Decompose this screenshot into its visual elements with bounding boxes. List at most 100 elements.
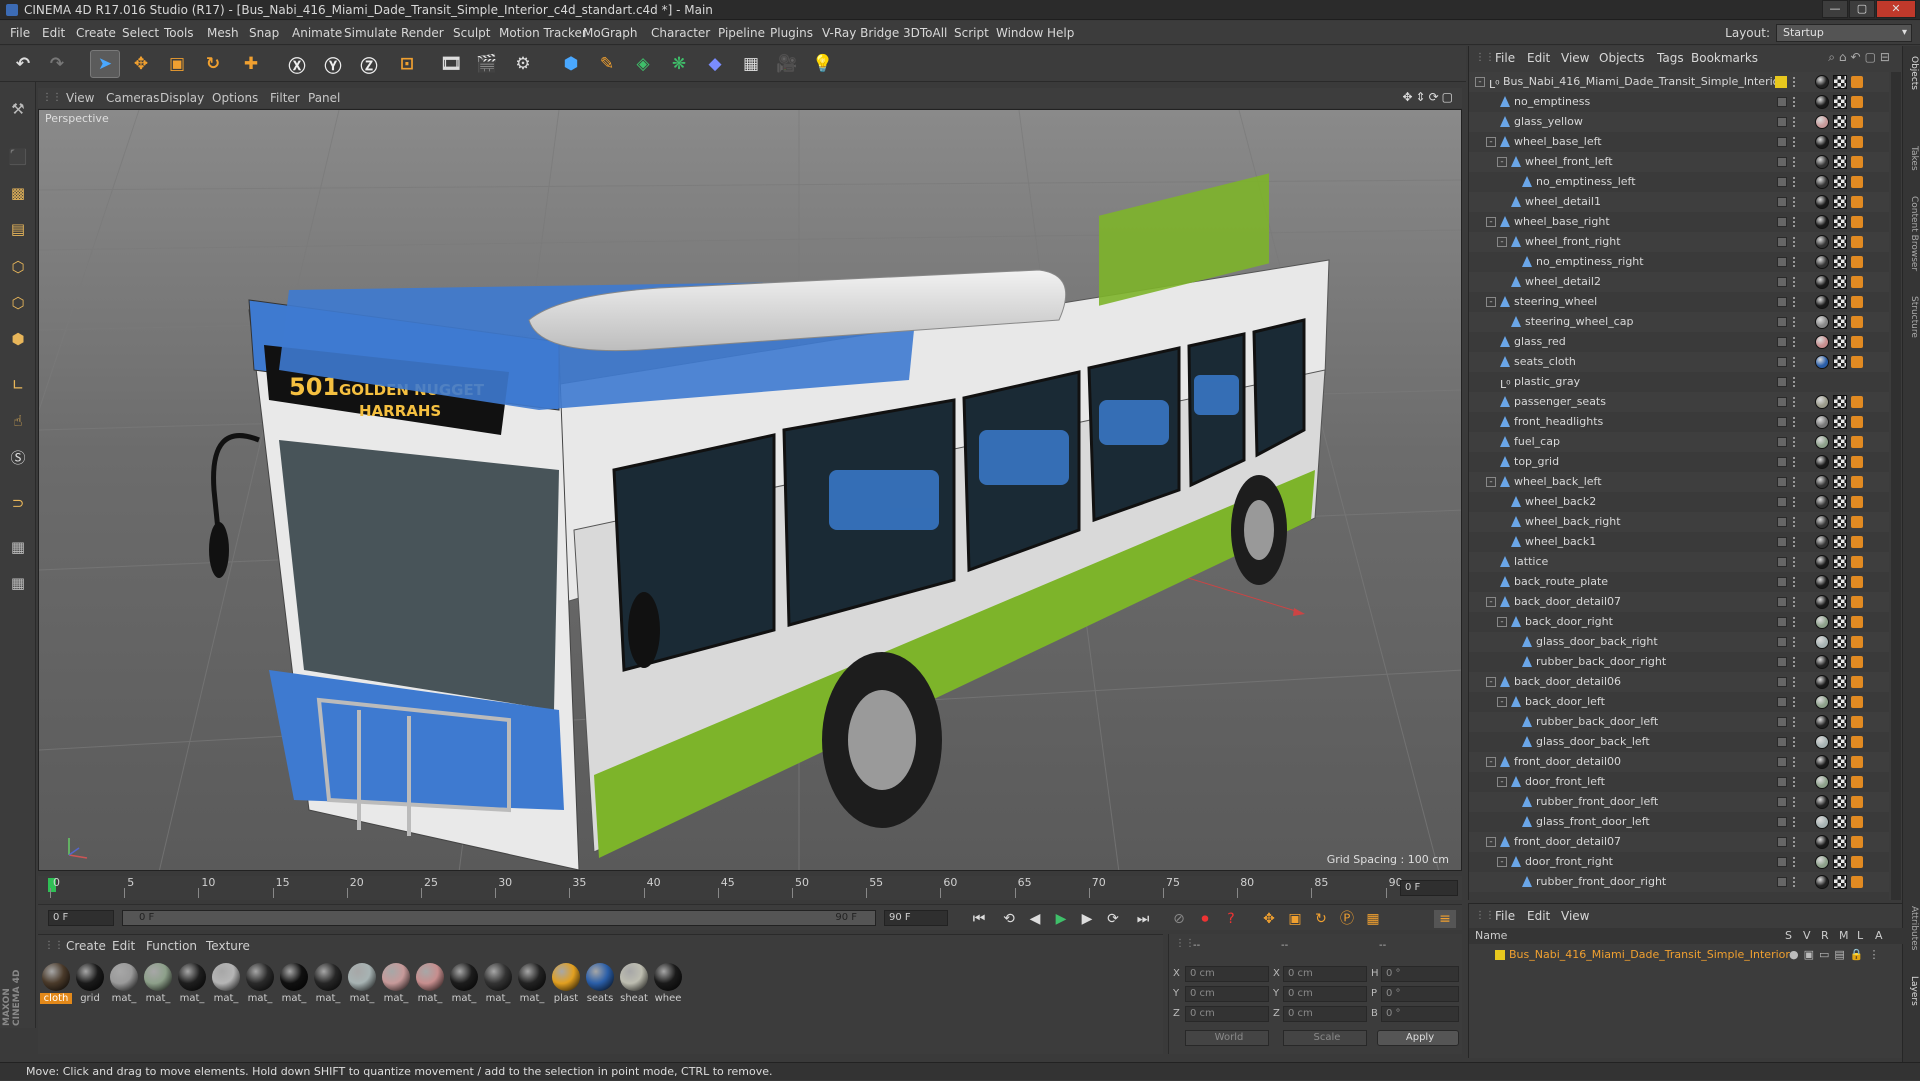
texture-tag-icon[interactable] <box>1833 695 1847 709</box>
object-row[interactable]: - back_door_detail06 <box>1469 672 1889 692</box>
expand-toggle-icon[interactable]: - <box>1497 857 1507 867</box>
material-tag-icon[interactable] <box>1815 155 1829 169</box>
object-row[interactable]: no_emptiness_right <box>1469 252 1889 272</box>
position-x-field[interactable]: 0 cm <box>1185 966 1269 982</box>
object-menu-view[interactable]: View <box>1561 46 1589 70</box>
texture-tag-icon[interactable] <box>1833 315 1847 329</box>
size-y-field[interactable]: 0 cm <box>1283 986 1367 1002</box>
layer-visibility-icon[interactable] <box>1777 657 1787 667</box>
layer-visibility-icon[interactable] <box>1777 197 1787 207</box>
texture-tag-icon[interactable] <box>1833 235 1847 249</box>
layer-visibility-icon[interactable] <box>1777 757 1787 767</box>
texture-tag-icon[interactable] <box>1833 635 1847 649</box>
prev-key-icon[interactable]: ⟲ <box>998 910 1020 928</box>
phong-tag-icon[interactable] <box>1851 156 1863 168</box>
phong-tag-icon[interactable] <box>1851 516 1863 528</box>
visibility-dots-icon[interactable] <box>1793 417 1796 427</box>
visibility-dots-icon[interactable] <box>1793 737 1796 747</box>
material-swatch[interactable]: sheat <box>618 963 650 1004</box>
layer-visibility-icon[interactable] <box>1777 297 1787 307</box>
material-tag-icon[interactable] <box>1815 95 1829 109</box>
object-row[interactable]: - wheel_base_right <box>1469 212 1889 232</box>
z-axis-lock-icon[interactable]: Ⓩ <box>354 50 384 78</box>
phong-tag-icon[interactable] <box>1851 596 1863 608</box>
menu-motion-tracker[interactable]: Motion Tracker <box>497 21 589 45</box>
texture-tag-icon[interactable] <box>1833 755 1847 769</box>
phong-tag-icon[interactable] <box>1851 756 1863 768</box>
x-axis-lock-icon[interactable]: Ⓧ <box>282 50 312 78</box>
phong-tag-icon[interactable] <box>1851 716 1863 728</box>
layer-visibility-icon[interactable] <box>1777 377 1787 387</box>
layer-visibility-icon[interactable] <box>1777 817 1787 827</box>
tab-takes[interactable]: Takes <box>1905 146 1919 171</box>
layout-select[interactable]: Startup <box>1776 24 1912 42</box>
subdivision-icon[interactable]: ◈ <box>628 50 658 78</box>
visibility-dots-icon[interactable] <box>1793 177 1796 187</box>
tab-attributes[interactable]: Attributes <box>1905 906 1919 950</box>
layer-visibility-icon[interactable] <box>1777 717 1787 727</box>
object-row[interactable]: - steering_wheel <box>1469 292 1889 312</box>
object-row[interactable]: steering_wheel_cap <box>1469 312 1889 332</box>
rotate-tool-icon[interactable]: ↻ <box>198 50 228 78</box>
material-tag-icon[interactable] <box>1815 875 1829 889</box>
layer-visibility-icon[interactable] <box>1777 177 1787 187</box>
layer-visibility-icon[interactable] <box>1777 557 1787 567</box>
phong-tag-icon[interactable] <box>1851 796 1863 808</box>
layer-menu-edit[interactable]: Edit <box>1527 904 1550 928</box>
material-swatch[interactable]: seats <box>584 963 616 1004</box>
texture-tag-icon[interactable] <box>1833 295 1847 309</box>
cloner-icon[interactable]: ❋ <box>664 50 694 78</box>
object-row[interactable]: wheel_back_right <box>1469 512 1889 532</box>
menu-pipeline[interactable]: Pipeline <box>716 21 767 45</box>
tab-objects[interactable]: Objects <box>1905 56 1919 90</box>
visibility-dots-icon[interactable] <box>1793 777 1796 787</box>
visibility-dots-icon[interactable] <box>1793 317 1796 327</box>
visibility-dots-icon[interactable] <box>1793 257 1796 267</box>
phong-tag-icon[interactable] <box>1851 176 1863 188</box>
live-select-icon[interactable]: ✚ <box>236 50 266 78</box>
visibility-dots-icon[interactable] <box>1793 657 1796 667</box>
maximize-button[interactable]: ▢ <box>1849 0 1875 18</box>
rotation-h-field[interactable]: 0 ° <box>1381 966 1459 982</box>
expand-toggle-icon[interactable]: - <box>1486 677 1496 687</box>
lock-workplane-icon[interactable]: ▦ <box>3 532 33 562</box>
layer-visibility-icon[interactable] <box>1777 637 1787 647</box>
visibility-dots-icon[interactable] <box>1793 197 1796 207</box>
phong-tag-icon[interactable] <box>1851 396 1863 408</box>
texture-tag-icon[interactable] <box>1833 215 1847 229</box>
menu-sculpt[interactable]: Sculpt <box>451 21 492 45</box>
world-select[interactable]: World <box>1185 1030 1269 1046</box>
material-tag-icon[interactable] <box>1815 735 1829 749</box>
object-manager-nav-icons[interactable]: ⌕⌂↶▢⊟ <box>1828 50 1894 65</box>
end-frame-field[interactable]: 90 F <box>884 910 948 926</box>
visibility-dots-icon[interactable] <box>1793 157 1796 167</box>
material-tag-icon[interactable] <box>1815 355 1829 369</box>
visibility-dots-icon[interactable] <box>1793 397 1796 407</box>
redo-icon[interactable]: ↷ <box>42 50 72 78</box>
material-menu-create[interactable]: Create <box>66 935 106 957</box>
undo-icon[interactable]: ↶ <box>8 50 38 78</box>
layer-visibility-icon[interactable] <box>1777 357 1787 367</box>
texture-tag-icon[interactable] <box>1833 835 1847 849</box>
material-tag-icon[interactable] <box>1815 595 1829 609</box>
size-z-field[interactable]: 0 cm <box>1283 1006 1367 1022</box>
object-row[interactable]: - back_door_right <box>1469 612 1889 632</box>
material-tag-icon[interactable] <box>1815 535 1829 549</box>
texture-tag-icon[interactable] <box>1833 495 1847 509</box>
object-row[interactable]: glass_front_door_left <box>1469 812 1889 832</box>
texture-tag-icon[interactable] <box>1833 555 1847 569</box>
visibility-dots-icon[interactable] <box>1793 537 1796 547</box>
expand-toggle-icon[interactable]: - <box>1486 137 1496 147</box>
keyframe-selection-icon[interactable]: ? <box>1220 910 1242 928</box>
texture-tag-icon[interactable] <box>1833 195 1847 209</box>
material-menu-function[interactable]: Function <box>146 935 197 957</box>
menu-window[interactable]: Window <box>994 21 1045 45</box>
object-row[interactable]: rubber_back_door_right <box>1469 652 1889 672</box>
expand-toggle-icon[interactable]: - <box>1497 697 1507 707</box>
phong-tag-icon[interactable] <box>1851 116 1863 128</box>
object-row[interactable]: - wheel_front_left <box>1469 152 1889 172</box>
phong-tag-icon[interactable] <box>1851 876 1863 888</box>
visibility-dots-icon[interactable] <box>1793 577 1796 587</box>
layer-menu-view[interactable]: View <box>1561 904 1589 928</box>
render-settings-icon[interactable]: ⚙ <box>508 50 538 78</box>
